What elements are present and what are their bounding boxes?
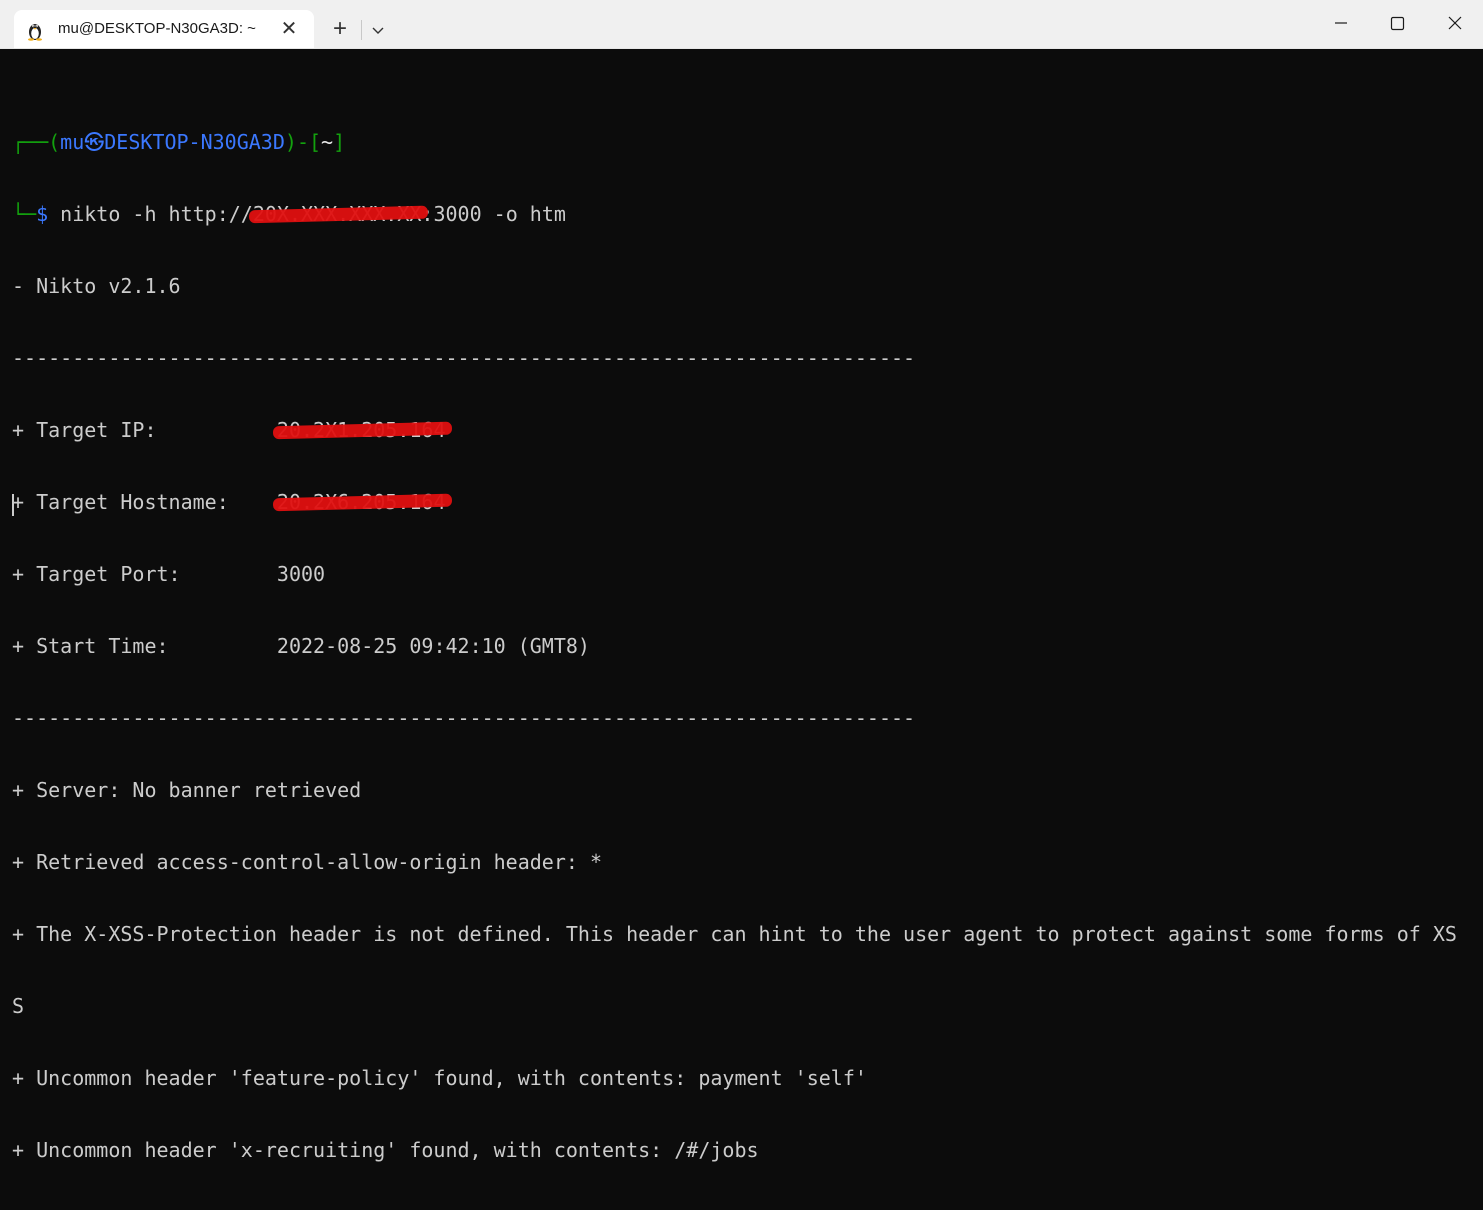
prompt-dollar: $ (36, 202, 49, 226)
prompt-at-symbol: ㉿ (84, 130, 105, 154)
prompt-dir: ~ (321, 130, 334, 154)
target-port-label: + Target Port: (12, 562, 277, 586)
target-ip-value: 20.2X1.205.164 (276, 418, 446, 442)
start-time-label: + Start Time: (12, 634, 277, 658)
output-line: + The X-XSS-Protection header is not def… (12, 922, 1457, 946)
prompt-line-1: ┌──(mu㉿DESKTOP-N30GA3D)-[~] (12, 130, 1457, 154)
prompt-dash: - (296, 130, 309, 154)
target-hostname-value: 20.2X6.205.164 (276, 490, 446, 514)
target-port-line: + Target Port: 3000 (12, 562, 1457, 586)
close-window-button[interactable] (1432, 8, 1478, 38)
target-port-value: 3000 (276, 562, 326, 586)
command-text: nikto -h http:// (48, 202, 253, 226)
separator-line: ----------------------------------------… (12, 346, 916, 370)
target-ip-label: + Target IP: (12, 418, 277, 442)
prompt-corner-top: ┌── (12, 130, 49, 154)
tab-title: mu@DESKTOP-N30GA3D: ~ (58, 20, 256, 37)
prompt-open-paren: ( (48, 130, 61, 154)
title-bar[interactable]: mu@DESKTOP-N30GA3D: ~ ✕ + (0, 0, 1483, 49)
output-line: S (12, 994, 25, 1018)
start-time-value: 2022-08-25 09:42:10 (GMT8) (276, 634, 590, 658)
target-hostname-line: + Target Hostname: 20.2X6.205.164 (12, 490, 1457, 514)
minimize-button[interactable] (1318, 8, 1364, 38)
close-tab-button[interactable]: ✕ (276, 16, 302, 42)
prompt-dir-close: ] (333, 130, 346, 154)
output-line: + Uncommon header 'feature-policy' found… (12, 1066, 867, 1090)
terminal-pane[interactable]: ┌──(mu㉿DESKTOP-N30GA3D)-[~] └─$ nikto -h… (0, 49, 1483, 1162)
target-hostname-label: + Target Hostname: (12, 490, 277, 514)
linux-penguin-icon (28, 24, 42, 41)
output-line: + Uncommon header 'x-recruiting' found, … (12, 1138, 759, 1162)
output-line: + Retrieved access-control-allow-origin … (12, 850, 603, 874)
version-line: - Nikto v2.1.6 (12, 274, 181, 298)
prompt-corner-bottom: └─ (12, 202, 37, 226)
command-text-suffix: :3000 -o htm (421, 202, 566, 226)
prompt-line-2: └─$ nikto -h http://20X.XXX.XXX.XX:3000 … (12, 202, 1457, 226)
separator-line: ----------------------------------------… (12, 706, 916, 730)
prompt-close-paren: ) (284, 130, 297, 154)
tab-terminal[interactable]: mu@DESKTOP-N30GA3D: ~ ✕ (14, 10, 314, 48)
prompt-dir-open: [ (308, 130, 322, 154)
maximize-button[interactable] (1374, 8, 1420, 38)
terminal-output: ┌──(mu㉿DESKTOP-N30GA3D)-[~] └─$ nikto -h… (12, 82, 1457, 1210)
prompt-host: DESKTOP-N30GA3D (104, 130, 285, 154)
redacted-ip: 20X.XXX.XXX.XX (252, 202, 422, 226)
text-cursor (12, 494, 14, 516)
output-line: + Server: No banner retrieved (12, 778, 362, 802)
target-ip-line: + Target IP: 20.2X1.205.164 (12, 418, 1457, 442)
tab-separator (361, 20, 362, 40)
start-time-line: + Start Time: 2022-08-25 09:42:10 (GMT8) (12, 634, 1457, 658)
prompt-user: mu (60, 130, 85, 154)
chevron-down-icon[interactable] (366, 16, 390, 44)
new-tab-button[interactable]: + (326, 16, 354, 44)
